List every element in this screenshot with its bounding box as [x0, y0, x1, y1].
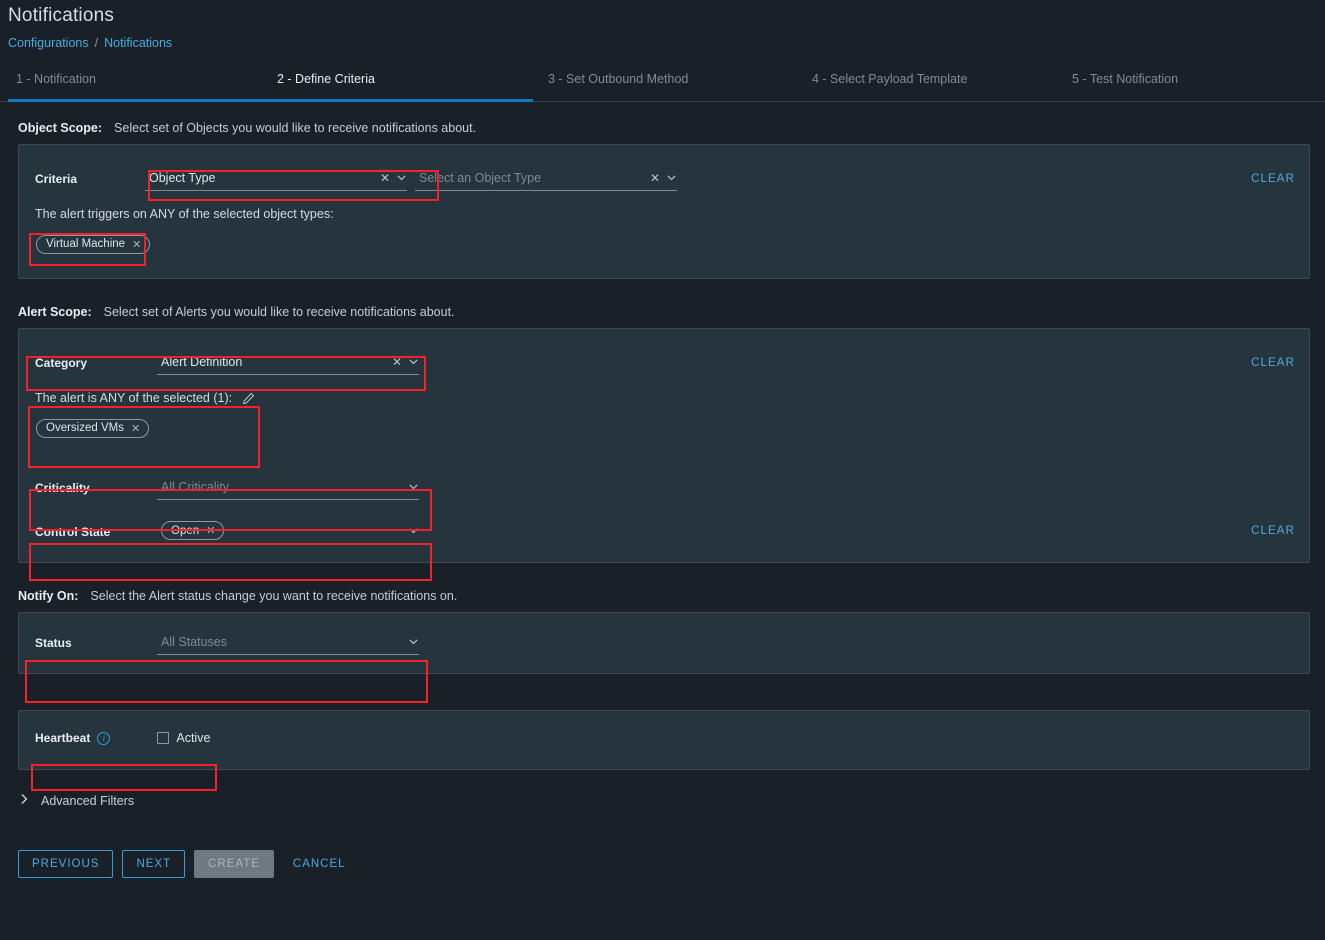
object-scope-label: Object Scope: [18, 121, 103, 135]
chevron-down-icon[interactable] [396, 172, 407, 183]
criteria-select[interactable]: Object Type ✕ [145, 167, 407, 191]
selected-alerts-chip-list: Oversized VMs ✕ [36, 418, 150, 438]
chip-remove-icon[interactable]: ✕ [206, 524, 215, 537]
notify-on-description: Select the Alert status change you want … [90, 589, 458, 603]
status-row: Status All Statuses [35, 631, 1310, 655]
alert-scope-panel: Category Alert Definition ✕ CLEAR The al… [18, 328, 1310, 563]
category-select[interactable]: Alert Definition ✕ [157, 351, 419, 375]
category-clear-icon[interactable]: ✕ [392, 356, 402, 368]
notify-on-heading: Notify On: Select the Alert status chang… [0, 589, 1325, 603]
control-state-row: Control State Open ✕ CLEAR [35, 520, 1310, 544]
advanced-filters-label: Advanced Filters [41, 793, 135, 808]
tab-3-set-outbound-method[interactable]: 3 - Set Outbound Method [548, 72, 688, 86]
chip-remove-icon[interactable]: ✕ [132, 238, 141, 251]
chip-remove-icon[interactable]: ✕ [131, 422, 140, 435]
criticality-select-value: All Criticality [161, 479, 230, 494]
alert-scope-description: Select set of Alerts you would like to r… [103, 305, 455, 319]
heartbeat-active-checkbox[interactable] [157, 732, 170, 744]
chip-virtual-machine[interactable]: Virtual Machine ✕ [36, 234, 151, 254]
object-type-select[interactable]: Select an Object Type ✕ [415, 167, 677, 191]
status-select[interactable]: All Statuses [157, 631, 419, 655]
category-row: Category Alert Definition ✕ CLEAR [35, 351, 1310, 375]
object-scope-description: Select set of Objects you would like to … [114, 121, 477, 135]
control-state-chip-list: Open ✕ [161, 521, 402, 540]
chip-label: Open [171, 524, 200, 537]
chip-oversized-vms[interactable]: Oversized VMs ✕ [36, 418, 150, 438]
selected-alerts-hint-row: The alert is ANY of the selected (1): [35, 391, 255, 405]
object-type-clear-icon[interactable]: ✕ [650, 172, 660, 184]
cancel-button[interactable]: CANCEL [283, 850, 356, 878]
object-scope-hint: The alert triggers on ANY of the selecte… [35, 207, 334, 221]
active-tab-underline [8, 99, 533, 102]
previous-button[interactable]: PREVIOUS [18, 850, 114, 878]
category-select-value: Alert Definition [161, 354, 243, 369]
heartbeat-row: Heartbeat i Active [35, 731, 210, 745]
alert-scope-heading: Alert Scope: Select set of Alerts you wo… [0, 305, 1325, 319]
breadcrumb-item-configurations[interactable]: Configurations [8, 36, 89, 50]
selected-alerts-hint: The alert is ANY of the selected (1): [35, 391, 233, 405]
object-scope-panel: Criteria Object Type ✕ Select an Object … [18, 144, 1310, 279]
breadcrumb-item-notifications[interactable]: Notifications [104, 36, 172, 50]
control-state-clear-button[interactable]: CLEAR [1251, 525, 1295, 537]
chevron-down-icon[interactable] [408, 481, 419, 492]
edit-pencil-icon[interactable] [242, 392, 255, 405]
tab-5-test-notification[interactable]: 5 - Test Notification [1072, 72, 1178, 86]
chip-label: Virtual Machine [46, 238, 126, 250]
status-label: Status [35, 636, 72, 650]
chevron-down-icon[interactable] [408, 356, 419, 367]
category-clear-button[interactable]: CLEAR [1251, 357, 1295, 369]
criteria-select-value: Object Type [149, 170, 216, 185]
next-button[interactable]: NEXT [122, 850, 186, 878]
wizard-footer: PREVIOUS NEXT CREATE CANCEL [0, 850, 1325, 878]
criticality-row: Criticality All Criticality [35, 476, 1310, 500]
object-type-chip-list: Virtual Machine ✕ [36, 234, 151, 254]
criticality-select[interactable]: All Criticality [157, 476, 419, 500]
heartbeat-active-label: Active [176, 731, 211, 745]
criteria-row: Criteria Object Type ✕ Select an Object … [35, 167, 1310, 191]
chip-open[interactable]: Open ✕ [161, 521, 225, 540]
tab-1-notification[interactable]: 1 - Notification [16, 72, 96, 86]
create-button: CREATE [194, 850, 274, 878]
info-icon[interactable]: i [97, 731, 111, 745]
control-state-label: Control State [35, 525, 111, 539]
chevron-down-icon[interactable] [408, 525, 419, 536]
object-scope-heading: Object Scope: Select set of Objects you … [0, 121, 1325, 135]
tab-2-define-criteria[interactable]: 2 - Define Criteria [277, 72, 375, 86]
category-label: Category [35, 356, 88, 370]
chevron-right-icon [20, 793, 28, 808]
breadcrumb-separator: / [94, 36, 99, 50]
breadcrumb: Configurations / Notifications [0, 27, 1325, 50]
chevron-down-icon[interactable] [408, 636, 419, 647]
wizard-tabs: 1 - Notification 2 - Define Criteria 3 -… [0, 72, 1325, 102]
criticality-label: Criticality [35, 481, 90, 495]
criteria-clear-icon[interactable]: ✕ [380, 172, 390, 184]
chip-label: Oversized VMs [46, 422, 124, 434]
tab-4-select-payload-template[interactable]: 4 - Select Payload Template [812, 72, 967, 86]
page-title: Notifications [8, 5, 115, 26]
chevron-down-icon[interactable] [666, 172, 677, 183]
advanced-filters-toggle[interactable]: Advanced Filters [0, 793, 1325, 808]
heartbeat-label: Heartbeat [35, 731, 91, 745]
control-state-select[interactable]: Open ✕ [157, 520, 419, 544]
notify-on-label: Notify On: [18, 589, 79, 603]
heartbeat-panel: Heartbeat i Active [18, 710, 1310, 770]
alert-scope-label: Alert Scope: [18, 305, 92, 319]
object-type-placeholder: Select an Object Type [419, 170, 542, 185]
notify-on-panel: Status All Statuses [18, 612, 1310, 674]
criteria-label: Criteria [35, 172, 78, 186]
status-select-value: All Statuses [161, 634, 228, 649]
object-scope-clear-button[interactable]: CLEAR [1251, 173, 1295, 185]
